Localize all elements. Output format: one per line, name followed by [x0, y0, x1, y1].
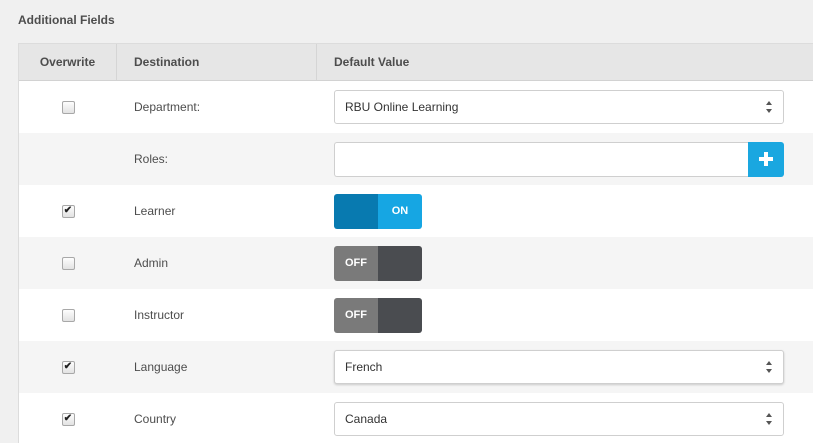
destination-label: Department:	[134, 100, 201, 114]
add-role-button[interactable]	[748, 141, 784, 177]
plus-icon	[759, 152, 773, 166]
department-select[interactable]: RBU Online Learning	[334, 90, 784, 124]
country-select[interactable]: Canada	[334, 402, 784, 436]
sort-icon	[766, 361, 772, 373]
checkmark-icon: ✔	[63, 413, 73, 424]
table-row-admin: Admin OFF	[19, 237, 813, 289]
table-row-department: Department: RBU Online Learning	[19, 81, 813, 133]
sort-icon	[766, 413, 772, 425]
toggle-state: OFF	[334, 245, 378, 281]
checkmark-icon: ✔	[63, 205, 73, 216]
roles-input[interactable]	[334, 141, 748, 177]
toggle-state: ON	[378, 193, 422, 229]
overwrite-checkbox-language[interactable]: ✔	[61, 360, 75, 374]
toggle-knob	[378, 245, 422, 281]
overwrite-checkbox-country[interactable]: ✔	[61, 412, 75, 426]
instructor-toggle[interactable]: OFF	[334, 297, 422, 333]
toggle-knob	[378, 297, 422, 333]
additional-fields-table: Overwrite Destination Default Value Depa…	[18, 43, 813, 443]
overwrite-checkbox-admin[interactable]	[61, 256, 75, 270]
roles-input-group	[334, 141, 784, 177]
admin-toggle[interactable]: OFF	[334, 245, 422, 281]
overwrite-checkbox-learner[interactable]: ✔	[61, 204, 75, 218]
select-value: RBU Online Learning	[345, 100, 459, 114]
table-row-language: ✔ Language French	[19, 341, 813, 393]
table-row-country: ✔ Country Canada	[19, 393, 813, 443]
table-row-instructor: Instructor OFF	[19, 289, 813, 341]
header-overwrite: Overwrite	[19, 44, 117, 80]
sort-icon	[766, 101, 772, 113]
table-header: Overwrite Destination Default Value	[19, 44, 813, 81]
learner-toggle[interactable]: ON	[334, 193, 422, 229]
destination-label: Roles:	[134, 152, 169, 166]
overwrite-checkbox-instructor[interactable]	[61, 308, 75, 322]
destination-label: Language	[134, 360, 188, 374]
table-row-roles: Roles:	[19, 133, 813, 185]
destination-label: Country	[134, 412, 177, 426]
table-row-learner: ✔ Learner ON	[19, 185, 813, 237]
destination-label: Admin	[134, 256, 169, 270]
checkmark-icon: ✔	[63, 361, 73, 372]
select-value: French	[345, 360, 383, 374]
language-select[interactable]: French	[334, 350, 784, 384]
header-destination: Destination	[117, 44, 317, 80]
section-title: Additional Fields	[18, 13, 115, 27]
destination-label: Instructor	[134, 308, 185, 322]
toggle-state: OFF	[334, 297, 378, 333]
toggle-knob	[334, 193, 378, 229]
select-value: Canada	[345, 412, 388, 426]
destination-label: Learner	[134, 204, 176, 218]
overwrite-checkbox-department[interactable]	[61, 100, 75, 114]
header-default-value: Default Value	[334, 55, 410, 69]
